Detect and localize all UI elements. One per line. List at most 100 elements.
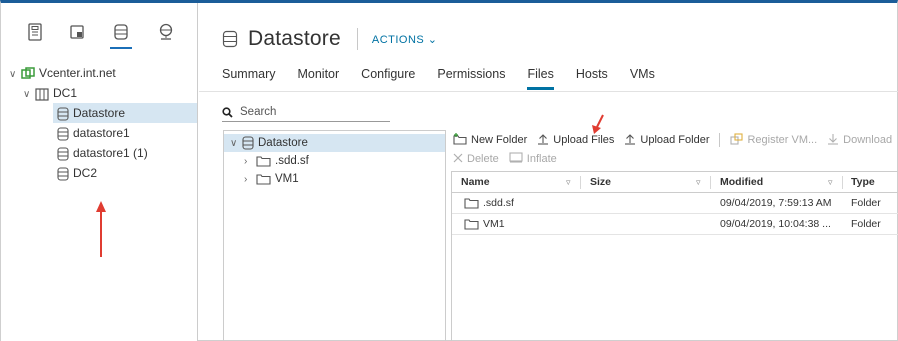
tree-item-label: Vcenter.int.net <box>39 66 116 80</box>
tree-item-datastore1-1[interactable]: datastore1 (1) <box>57 143 195 163</box>
search-input[interactable] <box>240 106 380 118</box>
chevron-down-icon[interactable]: ∨ <box>9 65 21 85</box>
datastore-icon <box>57 127 69 141</box>
divider <box>356 28 358 50</box>
tab-vms[interactable]: VMs <box>630 65 655 93</box>
folder-tree-item-vm1[interactable]: › VM1 <box>244 170 299 188</box>
annotation-arrow-up <box>96 201 106 257</box>
upload-icon <box>537 133 549 148</box>
download-button[interactable]: Download <box>827 133 892 148</box>
tree-item-datastore[interactable]: Datastore <box>53 103 197 123</box>
download-label: Download <box>843 134 893 146</box>
tab-permissions[interactable]: Permissions <box>437 65 505 93</box>
table-row[interactable]: VM1 09/04/2019, 10:04:38 ... Folder <box>452 214 898 235</box>
divider <box>199 91 898 92</box>
tree-item-vcenter[interactable]: ∨ Vcenter.int.net <box>9 63 195 83</box>
filter-icon[interactable]: ▿ <box>828 172 833 193</box>
chevron-right-icon[interactable]: › <box>244 171 256 189</box>
delete-label: Delete <box>467 153 499 165</box>
column-header-name[interactable]: Name <box>461 172 490 193</box>
new-folder-icon <box>453 132 467 148</box>
upload-folder-button[interactable]: Upload Folder <box>624 133 709 148</box>
register-vm-icon <box>730 132 744 148</box>
cell-type: Folder <box>851 218 881 230</box>
chevron-down-icon[interactable]: ∨ <box>23 85 35 105</box>
inflate-button[interactable]: Inflate <box>509 152 557 166</box>
file-table: Name ▿ Size ▿ Modified ▿ Type .sdd.sf 09… <box>451 171 898 341</box>
upload-files-label: Upload Files <box>553 134 615 146</box>
cell-modified: 09/04/2019, 10:04:38 ... <box>720 218 831 230</box>
folder-icon <box>464 214 479 234</box>
vcenter-icon <box>21 67 35 81</box>
tree-item-label: DC2 <box>73 166 98 180</box>
datastore-icon <box>242 136 254 150</box>
cell-name: .sdd.sf <box>483 197 514 209</box>
delete-button[interactable]: Delete <box>453 153 499 166</box>
upload-files-button[interactable]: Upload Files <box>537 133 614 148</box>
folder-icon <box>256 173 271 185</box>
inflate-icon <box>509 152 523 166</box>
datacenter-icon <box>35 87 49 101</box>
main-content: Datastore ACTIONS ⌄ Summary Monitor Conf… <box>199 3 898 341</box>
register-vm-label: Register VM... <box>747 134 818 146</box>
search-icon <box>222 106 233 118</box>
folder-tree-label: Datastore <box>258 137 308 149</box>
inflate-label: Inflate <box>526 153 557 165</box>
datastore-icon <box>57 107 69 121</box>
datastore-icon <box>57 167 69 181</box>
folder-icon <box>256 155 271 167</box>
search-box <box>222 103 390 122</box>
folder-tree-item-sdd-sf[interactable]: › .sdd.sf <box>244 152 309 170</box>
tab-files[interactable]: Files <box>527 65 555 93</box>
chevron-down-icon[interactable]: ∨ <box>230 135 242 153</box>
divider <box>719 133 721 147</box>
tree-item-label: datastore1 (1) <box>73 146 148 160</box>
navigator-view-tabs <box>1 3 198 55</box>
tree-item-label: datastore1 <box>73 126 130 140</box>
tab-configure[interactable]: Configure <box>361 65 415 93</box>
upload-folder-label: Upload Folder <box>640 134 710 146</box>
table-row[interactable]: .sdd.sf 09/04/2019, 7:59:13 AM Folder <box>452 193 898 214</box>
table-header: Name ▿ Size ▿ Modified ▿ Type <box>452 171 898 193</box>
column-divider[interactable] <box>580 176 581 189</box>
folder-tree-root[interactable]: ∨ Datastore <box>224 134 445 152</box>
chevron-right-icon[interactable]: › <box>244 153 256 171</box>
tab-hosts[interactable]: Hosts <box>576 65 608 93</box>
networking-icon[interactable] <box>158 23 174 41</box>
column-header-size[interactable]: Size <box>590 172 611 193</box>
folder-tree-label: VM1 <box>275 173 299 185</box>
datastore-icon <box>57 147 69 161</box>
object-tabs: Summary Monitor Configure Permissions Fi… <box>222 65 677 93</box>
column-header-type[interactable]: Type <box>851 172 875 193</box>
register-vm-button[interactable]: Register VM... <box>730 132 818 148</box>
tree-item-dc2[interactable]: DC2 <box>57 163 195 183</box>
tree-item-datacenter[interactable]: ∨ DC1 <box>23 83 195 103</box>
vms-and-templates-icon[interactable] <box>69 23 85 41</box>
column-header-modified[interactable]: Modified <box>720 172 763 193</box>
tree-item-label: Datastore <box>73 106 126 120</box>
new-folder-button[interactable]: New Folder <box>453 132 528 148</box>
close-icon <box>453 153 463 166</box>
hosts-and-clusters-icon[interactable] <box>27 23 43 41</box>
cell-name: VM1 <box>483 218 505 230</box>
page-title: Datastore <box>248 27 341 50</box>
navigator-panel: ∨ Vcenter.int.net ∨ DC1 Datastore datastor… <box>1 3 198 341</box>
column-divider[interactable] <box>842 176 843 189</box>
tab-monitor[interactable]: Monitor <box>297 65 339 93</box>
folder-tree-label: .sdd.sf <box>275 155 309 167</box>
folder-tree: ∨ Datastore › .sdd.sf › VM1 <box>223 130 446 341</box>
download-icon <box>827 133 839 148</box>
tree-item-datastore1[interactable]: datastore1 <box>57 123 195 143</box>
cell-type: Folder <box>851 197 881 209</box>
cell-modified: 09/04/2019, 7:59:13 AM <box>720 197 832 209</box>
filter-icon[interactable]: ▿ <box>696 172 701 193</box>
column-divider[interactable] <box>710 176 711 189</box>
new-folder-label: New Folder <box>471 134 528 146</box>
upload-icon <box>624 133 636 148</box>
page-header: Datastore ACTIONS ⌄ <box>222 25 438 53</box>
filter-icon[interactable]: ▿ <box>566 172 571 193</box>
tree-item-label: DC1 <box>53 86 78 100</box>
actions-menu-button[interactable]: ACTIONS ⌄ <box>372 33 438 46</box>
tab-summary[interactable]: Summary <box>222 65 275 93</box>
storage-icon[interactable] <box>110 23 132 49</box>
